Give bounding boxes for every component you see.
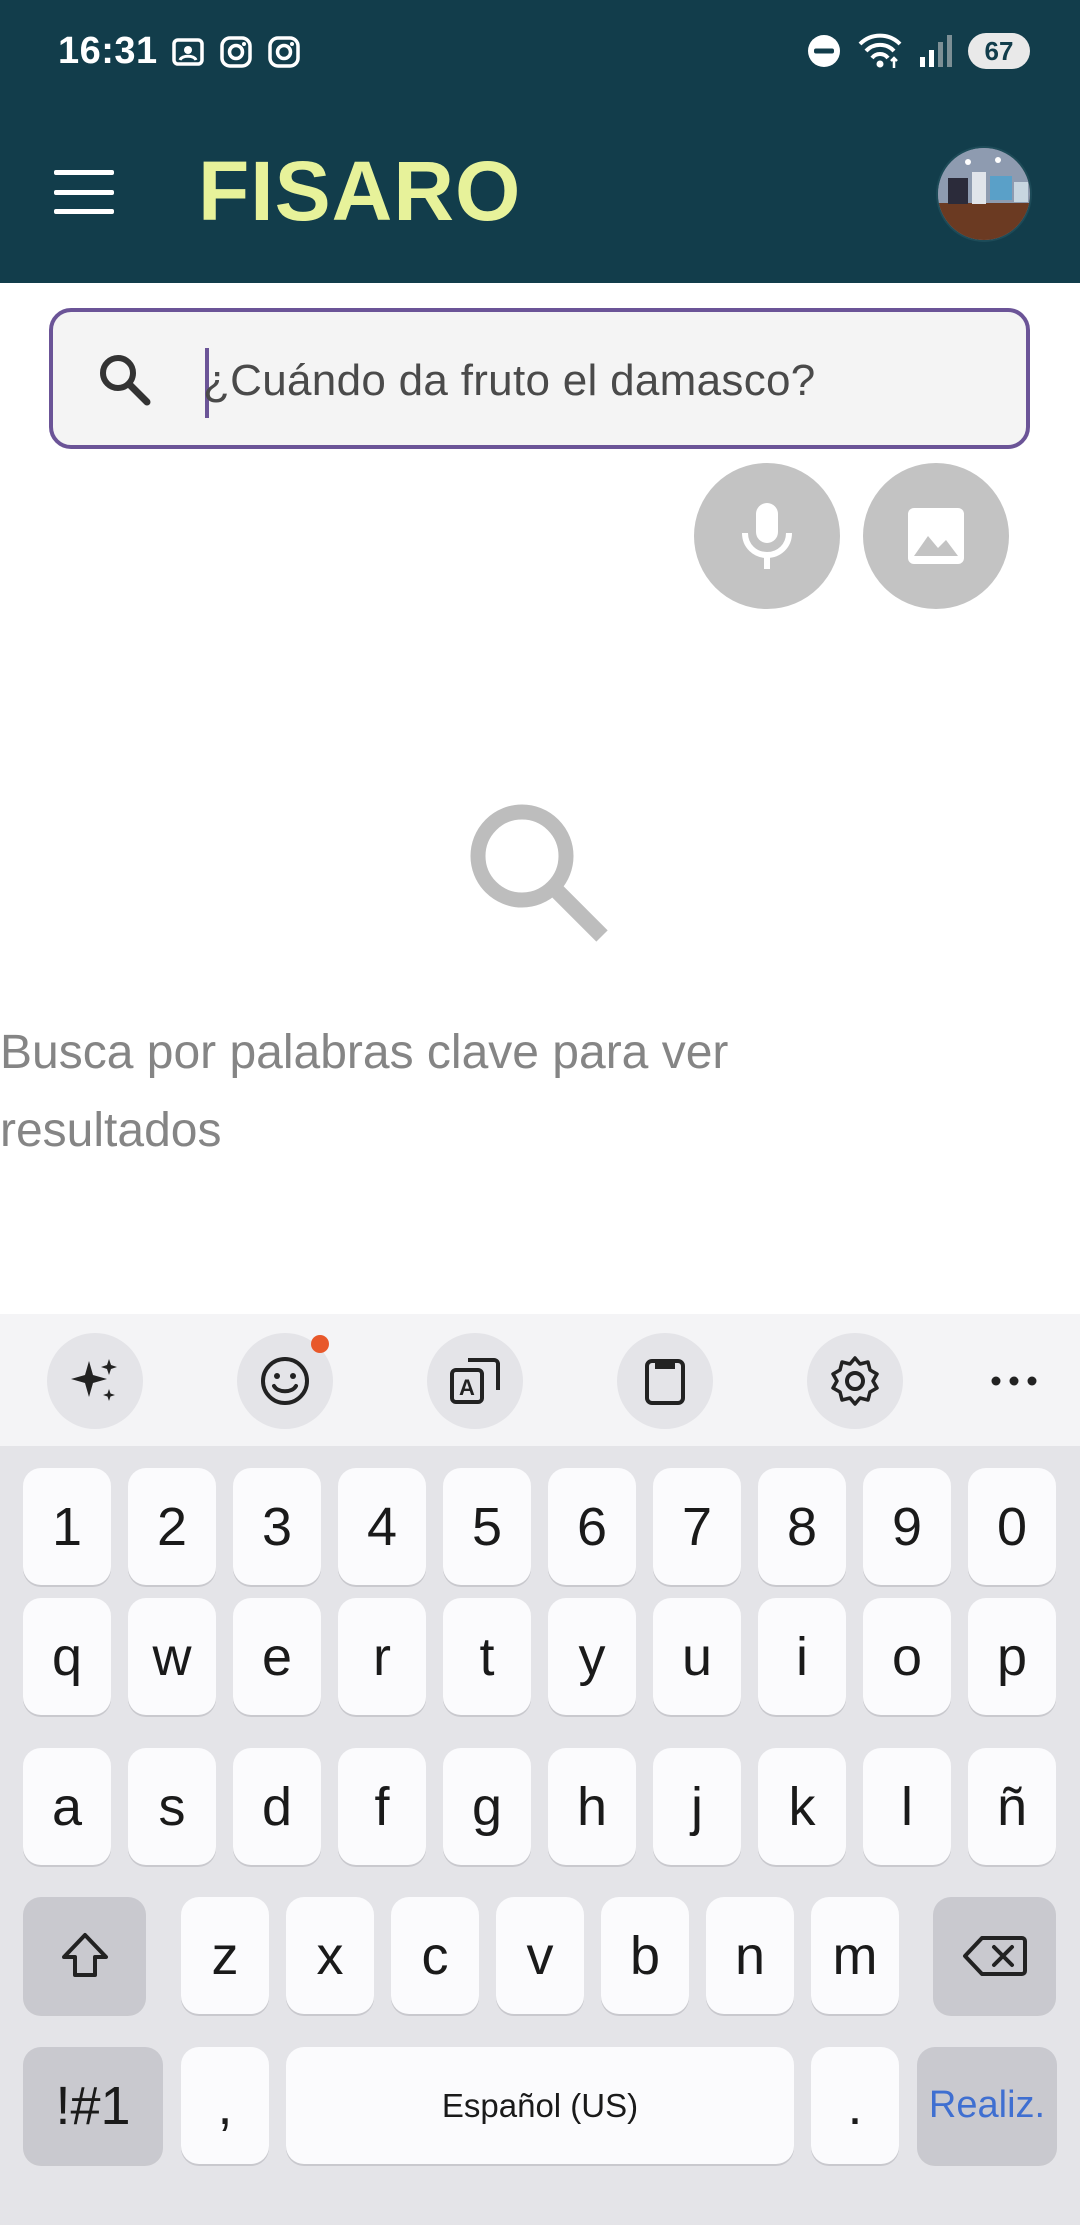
- key-row-1-1[interactable]: w: [128, 1598, 216, 1715]
- key-row-1-2[interactable]: e: [233, 1598, 321, 1715]
- clipboard-icon: [645, 1359, 685, 1405]
- key-row-3-0[interactable]: z: [181, 1897, 269, 2014]
- key-row-1-0[interactable]: q: [23, 1598, 111, 1715]
- keyboard-toolbar: A: [0, 1314, 1080, 1446]
- screenshot-icon: [172, 38, 204, 66]
- key-row-2-7[interactable]: k: [758, 1748, 846, 1865]
- key-row-3-1[interactable]: x: [286, 1897, 374, 2014]
- key-row-numbers-0[interactable]: 1: [23, 1468, 111, 1585]
- key-row-3-4[interactable]: b: [601, 1897, 689, 2014]
- emoji-button[interactable]: [237, 1333, 333, 1429]
- notification-icons: [170, 34, 302, 70]
- ai-sparkle-button[interactable]: [47, 1333, 143, 1429]
- period-key[interactable]: .: [811, 2047, 899, 2164]
- comma-key[interactable]: ,: [181, 2047, 269, 2164]
- key-row-2-1[interactable]: s: [128, 1748, 216, 1865]
- key-row-1-9[interactable]: p: [968, 1598, 1056, 1715]
- app-header: 16:31 67 FISARO: [0, 0, 1080, 283]
- menu-icon-bar: [54, 170, 114, 175]
- key-row-numbers-4[interactable]: 5: [443, 1468, 531, 1585]
- backspace-key[interactable]: [933, 1897, 1056, 2014]
- key-row-numbers-6[interactable]: 7: [653, 1468, 741, 1585]
- backspace-icon: [962, 1935, 1027, 1976]
- key-row-1-6[interactable]: u: [653, 1598, 741, 1715]
- key-row-2-4[interactable]: g: [443, 1748, 531, 1865]
- key-row-1-4[interactable]: t: [443, 1598, 531, 1715]
- key-row-2-9[interactable]: ñ: [968, 1748, 1056, 1865]
- key-row-3-5[interactable]: n: [706, 1897, 794, 2014]
- key-row-numbers-7[interactable]: 8: [758, 1468, 846, 1585]
- key-row-numbers-9[interactable]: 0: [968, 1468, 1056, 1585]
- avatar-photo: [938, 148, 1030, 240]
- sparkle-icon: [71, 1359, 117, 1401]
- search-icon: [470, 804, 608, 942]
- key-row-3-2[interactable]: c: [391, 1897, 479, 2014]
- emoji-icon: [261, 1357, 309, 1405]
- key-row-2-3[interactable]: f: [338, 1748, 426, 1865]
- key-row-3-6[interactable]: m: [811, 1897, 899, 2014]
- key-row-numbers-5[interactable]: 6: [548, 1468, 636, 1585]
- virtual-keyboard: !#1 , Español (US) . Realiz. 1234567890 q…: [0, 1446, 1080, 2225]
- svg-text:A: A: [459, 1375, 475, 1400]
- key-row-2-8[interactable]: l: [863, 1748, 951, 1865]
- keyboard-settings-button[interactable]: [807, 1333, 903, 1429]
- key-row-numbers-3[interactable]: 4: [338, 1468, 426, 1585]
- settings-icon: [831, 1356, 879, 1406]
- instagram-icon: [268, 36, 300, 68]
- translate-button[interactable]: A: [427, 1333, 523, 1429]
- key-row-numbers-1[interactable]: 2: [128, 1468, 216, 1585]
- app-screen: 16:31 67 FISARO ¿Cuándo da fruto el dama…: [0, 0, 1080, 2225]
- shift-icon: [61, 1932, 108, 1977]
- instagram-icon: [220, 36, 252, 68]
- search-placeholder: ¿Cuándo da fruto el damasco?: [203, 356, 816, 405]
- app-logo: FISARO: [198, 144, 522, 238]
- key-row-2-0[interactable]: a: [23, 1748, 111, 1865]
- space-key[interactable]: Español (US): [286, 2047, 794, 2164]
- more-icon: [991, 1376, 1037, 1386]
- search-icon: [100, 355, 151, 406]
- status-bar: 16:31 67: [0, 0, 1080, 110]
- wifi-icon: [858, 33, 902, 68]
- battery-indicator: 67: [968, 33, 1030, 69]
- key-row-2-2[interactable]: d: [233, 1748, 321, 1865]
- key-row-1-7[interactable]: i: [758, 1598, 846, 1715]
- menu-icon-bar: [54, 209, 114, 214]
- clipboard-button[interactable]: [617, 1333, 713, 1429]
- key-row-3-3[interactable]: v: [496, 1897, 584, 2014]
- key-row-2-5[interactable]: h: [548, 1748, 636, 1865]
- microphone-icon: [742, 503, 792, 569]
- menu-button[interactable]: [54, 170, 114, 214]
- signal-icon: [920, 35, 952, 67]
- avatar[interactable]: [936, 146, 1032, 242]
- do-not-disturb-icon: [808, 35, 840, 67]
- key-row-2-6[interactable]: j: [653, 1748, 741, 1865]
- key-row-1-5[interactable]: y: [548, 1598, 636, 1715]
- key-row-1-8[interactable]: o: [863, 1598, 951, 1715]
- translate-icon: A: [450, 1358, 500, 1404]
- key-row-numbers-2[interactable]: 3: [233, 1468, 321, 1585]
- voice-search-button[interactable]: [694, 463, 840, 609]
- empty-state-message: Busca por palabras clave para ver result…: [0, 1026, 729, 1157]
- notification-dot: [311, 1335, 329, 1353]
- key-row-1-3[interactable]: r: [338, 1598, 426, 1715]
- search-field[interactable]: ¿Cuándo da fruto el damasco?: [49, 308, 1030, 449]
- symbols-key[interactable]: !#1: [23, 2047, 163, 2164]
- image-search-button[interactable]: [863, 463, 1009, 609]
- image-icon: [908, 508, 964, 564]
- status-time: 16:31: [58, 30, 158, 72]
- menu-icon-bar: [54, 189, 114, 195]
- more-options-button[interactable]: [966, 1333, 1062, 1429]
- key-row-numbers-8[interactable]: 9: [863, 1468, 951, 1585]
- system-icons: 67: [806, 32, 1030, 70]
- shift-key[interactable]: [23, 1897, 146, 2014]
- done-key[interactable]: Realiz.: [917, 2047, 1057, 2164]
